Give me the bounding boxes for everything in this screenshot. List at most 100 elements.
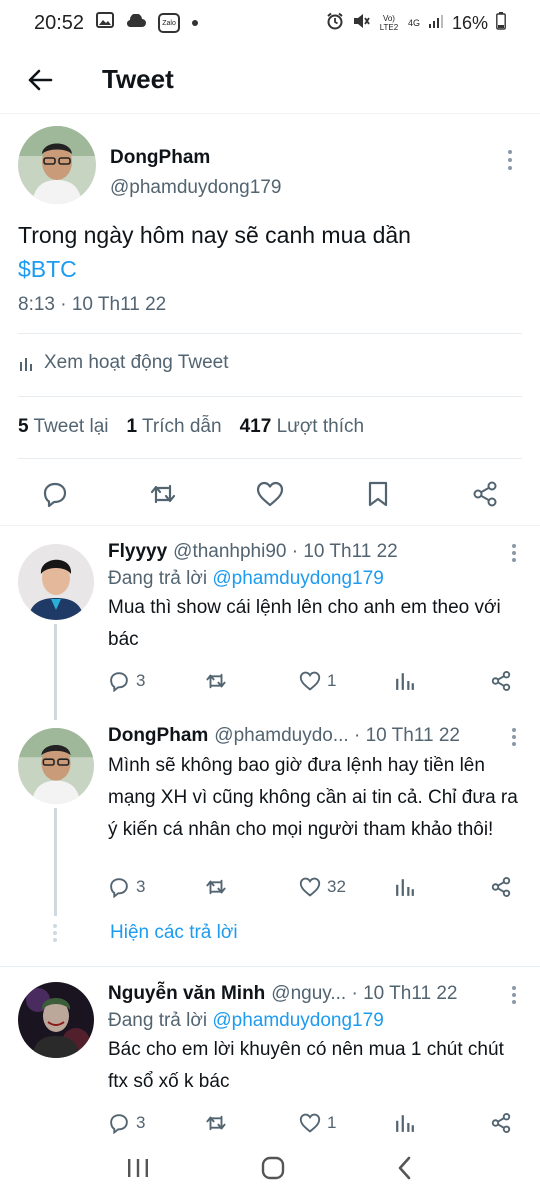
analytics-label: Xem hoạt động Tweet [44,352,229,373]
quotes-count: 1 [126,416,138,437]
main-tweet: DongPham @phamduydong179 Trong ngày hôm … [0,126,540,316]
reply-count: 3 [136,877,146,896]
reply-actions: 3 1 [108,670,512,692]
4g-icon: 4G [407,17,420,28]
reply-text: Mua thì show cái lệnh lên cho anh em the… [108,597,501,650]
divider [18,396,522,397]
reply-author-name[interactable]: Nguyễn văn Minh [108,982,265,1006]
mute-icon [352,12,370,35]
reply-author-name[interactable]: Flyyyy [108,540,167,564]
share-button[interactable] [490,670,512,692]
more-options-icon[interactable] [512,728,516,746]
reply-meta: @thanhphi90 · 10 Th11 22 [173,541,398,562]
avatar[interactable] [18,982,94,1058]
battery-percent: 16% [451,12,488,33]
retweet-icon [205,673,226,689]
avatar[interactable] [18,126,96,204]
reply-button[interactable]: 3 [108,876,168,898]
volte-icon: Vo) LTE2 [379,14,399,32]
image-icon [96,12,115,34]
signal-icon [428,13,444,34]
reply-button[interactable]: 3 [108,670,168,692]
replying-to-handle[interactable]: @phamduydong179 [212,568,383,589]
page-title: Tweet [102,64,174,94]
share-button[interactable] [490,876,512,898]
more-options-icon[interactable] [512,544,516,562]
reply-button[interactable]: 3 [108,1112,168,1134]
analytics-icon [20,358,32,371]
tweet-timestamp: 8:13 · 10 Th11 22 [18,294,167,315]
tweet-text: Trong ngày hôm nay sẽ canh mua dần $BTC [0,218,540,286]
bookmark-icon[interactable] [363,479,393,509]
retweet-icon [205,1115,226,1131]
reply-author-name[interactable]: DongPham [108,724,208,748]
likes-count: 417 [239,416,272,437]
reply-meta: @phamduydo... · 10 Th11 22 [214,725,460,746]
tweet-actions [0,462,540,526]
more-options-icon[interactable] [512,986,516,1004]
view-analytics-link[interactable]: Xem hoạt động Tweet [18,352,229,374]
retweet-button[interactable] [204,670,264,692]
reply-icon [110,672,128,692]
battery-icon [496,11,506,35]
thread-dots [53,924,57,942]
reply-tweet[interactable]: Flyyyy @thanhphi90 · 10 Th11 22 Đang trả… [0,540,540,710]
reply-text: Mình sẽ không bao giờ đưa lệnh hay tiền … [108,755,518,840]
like-count: 32 [327,877,346,896]
like-icon[interactable] [255,479,285,509]
home-icon[interactable] [260,1155,286,1186]
replying-to: Đang trả lời @phamduydong179 [108,568,520,590]
retweet-icon[interactable] [148,479,178,509]
author-name[interactable]: DongPham [110,146,281,170]
retweet-button[interactable] [204,876,264,898]
like-count: 1 [327,1113,337,1132]
reply-icon [110,878,128,898]
analytics-button[interactable] [395,877,455,897]
like-button[interactable]: 1 [299,671,359,691]
avatar[interactable] [18,544,94,620]
reply-tweet[interactable]: Nguyễn văn Minh @nguy... · 10 Th11 22 Đa… [0,980,540,1140]
like-button[interactable]: 1 [299,1113,359,1133]
reply-count: 3 [136,1113,146,1132]
retweets-label: Tweet lại [33,416,109,437]
share-icon[interactable] [470,479,500,509]
share-icon [491,877,511,897]
likes-stat[interactable]: 417 Lượt thích [240,416,364,438]
like-icon [299,671,321,691]
retweets-count: 5 [18,416,29,437]
analytics-button[interactable] [395,671,455,691]
divider [18,458,522,459]
like-button[interactable]: 32 [299,877,359,897]
more-options-icon[interactable] [498,126,522,170]
retweets-stat[interactable]: 5 Tweet lại [18,416,109,438]
show-replies-link[interactable]: Hiện các trả lời [110,922,238,944]
reply-actions: 3 1 [108,1112,512,1134]
divider [0,966,540,967]
analytics-icon [395,673,414,690]
replying-to-handle[interactable]: @phamduydong179 [212,1010,383,1031]
cashtag-link[interactable]: $BTC [18,252,522,286]
likes-label: Lượt thích [276,416,365,437]
thread-line [54,624,57,720]
author-handle[interactable]: @phamduydong179 [110,174,281,202]
system-nav-bar [0,1140,540,1200]
share-button[interactable] [490,1112,512,1134]
back-button[interactable] [0,46,80,114]
replying-to: Đang trả lời @phamduydong179 [108,1010,520,1032]
back-icon[interactable] [395,1155,415,1186]
recent-apps-icon[interactable] [125,1157,151,1184]
reply-count: 3 [136,671,146,690]
quotes-label: Trích dẫn [142,416,222,437]
analytics-button[interactable] [395,1113,455,1133]
alarm-icon [326,12,344,35]
divider [18,333,522,334]
zalo-text: Zalo [162,19,176,27]
reply-tweet[interactable]: DongPham @phamduydo... · 10 Th11 22 Mình… [0,724,540,914]
arrow-left-icon [28,69,53,90]
quotes-stat[interactable]: 1 Trích dẫn [127,416,222,438]
avatar[interactable] [18,728,94,804]
reply-icon[interactable] [40,479,70,509]
reply-icon [110,1114,128,1134]
share-icon [491,671,511,691]
retweet-button[interactable] [204,1112,264,1134]
